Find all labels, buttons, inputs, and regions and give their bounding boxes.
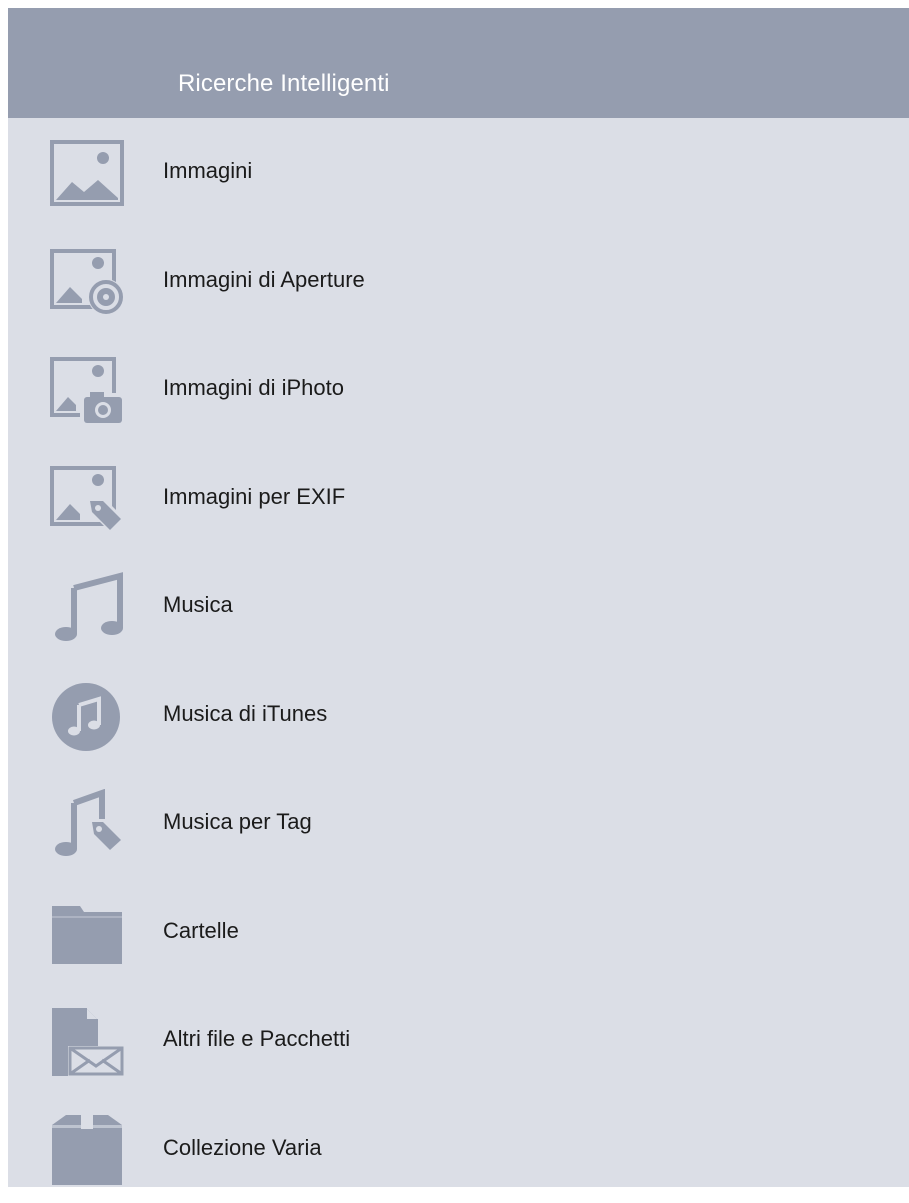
list-item-immagini-iphoto[interactable]: Immagini di iPhoto [8,335,909,444]
list-item-musica-tag[interactable]: Musica per Tag [8,769,909,878]
exif-image-icon [46,464,128,534]
list-item-immagini-aperture[interactable]: Immagini di Aperture [8,227,909,336]
list-item-label: Altri file e Pacchetti [163,1026,350,1052]
list-item-altri-file[interactable]: Altri file e Pacchetti [8,986,909,1095]
iphoto-image-icon [46,355,128,425]
panel-header: Ricerche Intelligenti [8,8,909,118]
aperture-image-icon [46,247,128,317]
box-collection-icon [46,1115,128,1185]
list-item-label: Immagini di iPhoto [163,375,344,401]
list-item-label: Immagini di Aperture [163,267,365,293]
file-package-icon [46,1006,128,1076]
smart-search-list: Immagini Immagini di Aperture [8,118,909,1203]
list-item-label: Musica di iTunes [163,701,327,727]
folder-icon [46,898,128,968]
list-item-label: Musica [163,592,233,618]
list-item-label: Immagini per EXIF [163,484,345,510]
list-item-cartelle[interactable]: Cartelle [8,878,909,987]
music-note-icon [46,572,128,642]
image-icon [46,138,128,208]
smart-searches-panel: Ricerche Intelligenti Immagini [8,8,909,1187]
list-item-label: Immagini [163,158,252,184]
list-item-label: Musica per Tag [163,809,312,835]
itunes-music-icon [46,681,128,751]
list-item-musica-itunes[interactable]: Musica di iTunes [8,661,909,770]
header-title: Ricerche Intelligenti [178,70,390,98]
list-item-immagini[interactable]: Immagini [8,118,909,227]
list-item-label: Cartelle [163,918,239,944]
list-item-label: Collezione Varia [163,1135,322,1161]
list-item-immagini-exif[interactable]: Immagini per EXIF [8,444,909,553]
list-item-musica[interactable]: Musica [8,552,909,661]
music-tag-icon [46,789,128,859]
